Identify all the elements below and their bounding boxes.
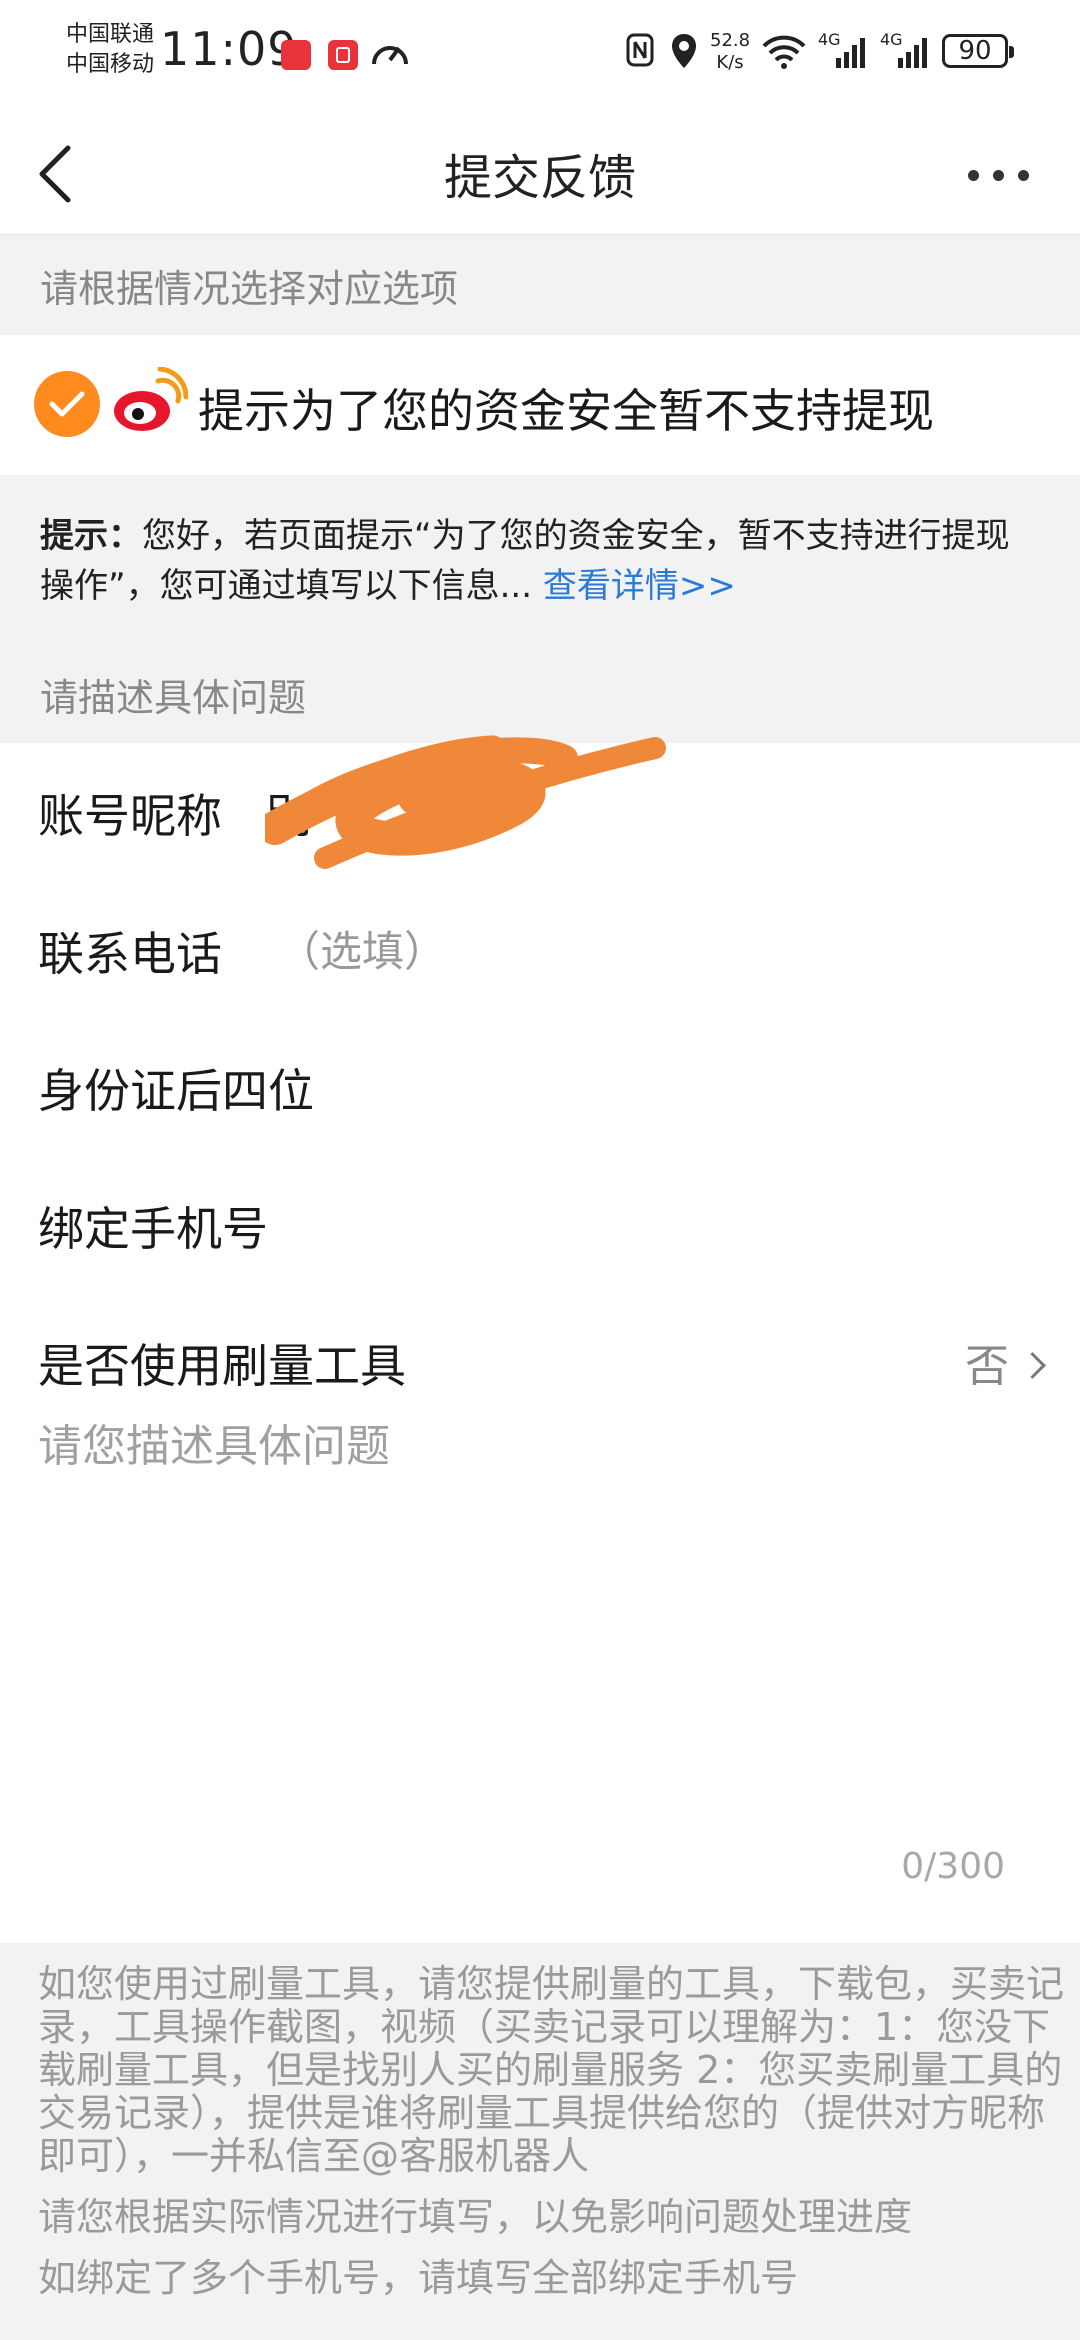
tool-usage-row[interactable]: 是否使用刷量工具 否 bbox=[38, 1308, 1046, 1408]
more-dot bbox=[1018, 170, 1029, 181]
option-checkbox[interactable] bbox=[34, 371, 100, 437]
tip-text: 您好，若页面提示“为了您的资金安全，暂不支持进行提现操作”，您可通过填写以下信息… bbox=[40, 516, 1010, 606]
carrier-info: 中国联通 中国移动 bbox=[66, 20, 154, 80]
char-counter: 0/300 bbox=[901, 1846, 1005, 1887]
nfc-icon bbox=[626, 33, 654, 67]
notice-paragraph-1: 如您使用过刷量工具，请您提供刷量的工具，下载包，买卖记录，工具操作截图，视频（买… bbox=[38, 1962, 1065, 2178]
clock: 11:09 bbox=[160, 22, 298, 76]
notice-paragraph-3: 如绑定了多个手机号，请填写全部绑定手机号 bbox=[38, 2256, 799, 2300]
choose-section-heading: 请根据情况选择对应选项 bbox=[0, 235, 1080, 335]
feedback-form: 账号昵称 别 联系电话 （选填） 身份证后四位 绑定手机号 是否使用刷量工具 否 bbox=[0, 743, 1080, 1943]
tool-usage-value: 否 bbox=[965, 1341, 1009, 1392]
phone-input[interactable]: （选填） bbox=[278, 918, 446, 979]
nickname-label: 账号昵称 bbox=[38, 789, 222, 843]
option-withdraw-restricted[interactable]: 提示为了您的资金安全暂不支持提现 bbox=[0, 335, 1080, 475]
weibo-logo-icon bbox=[114, 367, 188, 431]
signal-bars-icon bbox=[898, 38, 927, 68]
phone-label: 联系电话 bbox=[38, 927, 222, 981]
description-textarea[interactable]: 请您描述具体问题 bbox=[38, 1410, 390, 1474]
more-dot bbox=[993, 170, 1004, 181]
speedometer-icon bbox=[372, 46, 408, 65]
redaction-scribble bbox=[265, 735, 666, 869]
network-speed: 52.8 K/s bbox=[710, 30, 750, 74]
phone-row[interactable]: 联系电话 （选填） bbox=[38, 896, 1042, 996]
option-label: 提示为了您的资金安全暂不支持提现 bbox=[198, 384, 934, 438]
wifi-icon bbox=[762, 35, 806, 69]
battery-indicator: 90 bbox=[942, 34, 1014, 68]
id-last4-label: 身份证后四位 bbox=[38, 1064, 314, 1118]
check-icon bbox=[49, 391, 85, 417]
page-title: 提交反馈 bbox=[443, 150, 636, 206]
id-last4-row[interactable]: 身份证后四位 bbox=[38, 1033, 1042, 1133]
location-icon bbox=[672, 34, 696, 68]
carrier-1: 中国联通 bbox=[66, 22, 155, 47]
chevron-right-icon bbox=[1019, 1352, 1046, 1379]
more-button[interactable] bbox=[960, 150, 1040, 200]
bind-phone-label: 绑定手机号 bbox=[38, 1202, 268, 1256]
tool-usage-label: 是否使用刷量工具 bbox=[38, 1339, 406, 1393]
speed-value: 52.8 bbox=[710, 30, 751, 51]
tip-box: 提示：您好，若页面提示“为了您的资金安全，暂不支持进行提现操作”，您可通过填写以… bbox=[0, 475, 1080, 665]
speed-unit: K/s bbox=[716, 52, 744, 73]
huawei-app-icon bbox=[281, 40, 311, 70]
notice-area: 如您使用过刷量工具，请您提供刷量的工具，下载包，买卖记录，工具操作截图，视频（买… bbox=[0, 1943, 1080, 2340]
bind-phone-row[interactable]: 绑定手机号 bbox=[38, 1171, 1042, 1271]
notice-paragraph-2: 请您根据实际情况进行填写，以免影响问题处理进度 bbox=[38, 2195, 913, 2239]
more-dots-icon bbox=[968, 170, 979, 181]
tip-prefix: 提示： bbox=[40, 516, 142, 556]
signal-bars-icon bbox=[836, 38, 865, 68]
notification-app-icon bbox=[328, 40, 358, 70]
view-details-link[interactable]: 查看详情>> bbox=[543, 566, 736, 606]
status-bar: 中国联通 中国移动 11:09 52.8 K/s 4G 4G 90 bbox=[0, 0, 1080, 110]
tool-usage-select[interactable]: 否 bbox=[965, 1330, 1046, 1394]
nav-bar: 提交反馈 bbox=[0, 110, 1080, 235]
carrier-2: 中国移动 bbox=[66, 52, 155, 77]
